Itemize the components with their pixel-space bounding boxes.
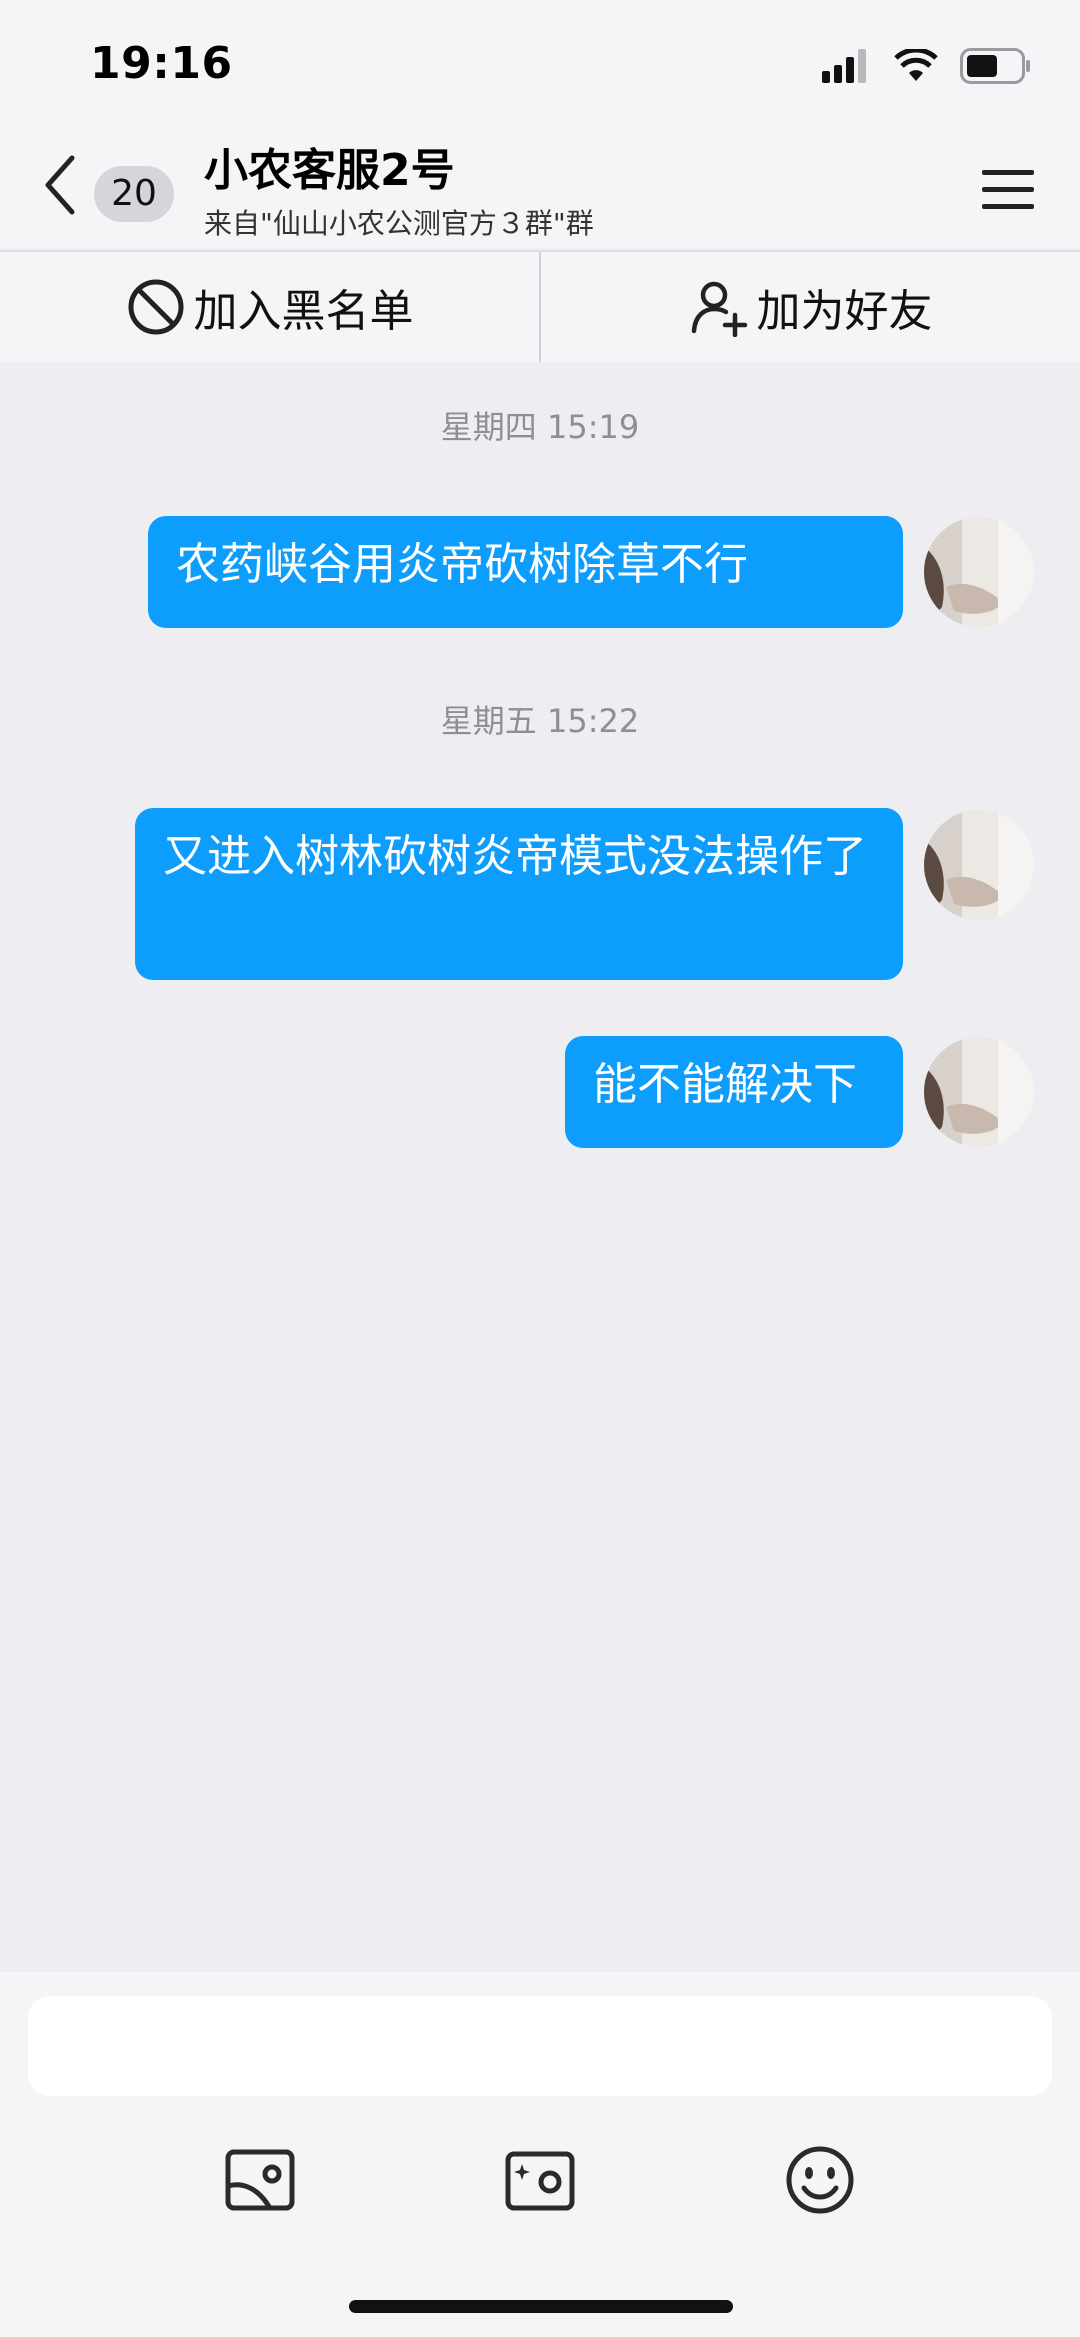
chat-subtitle: 来自"仙山小农公测官方３群"群 [204, 207, 594, 240]
avatar-image [924, 810, 1034, 920]
status-bar: 19:16 [0, 0, 1080, 130]
block-button[interactable]: 加入黑名单 [0, 252, 539, 362]
add-friend-button[interactable]: 加为好友 [539, 252, 1080, 362]
back-icon[interactable] [36, 150, 86, 220]
chat-header: 20 小农客服2号 来自"仙山小农公测官方３群"群 [0, 130, 1080, 248]
wifi-icon [894, 49, 938, 81]
signal-icon [822, 49, 866, 83]
chat-title: 小农客服2号 [204, 145, 455, 196]
block-label: 加入黑名单 [193, 286, 414, 337]
message-input[interactable] [28, 1996, 1052, 2096]
avatar[interactable] [924, 517, 1034, 627]
status-icons [822, 48, 1032, 84]
unread-badge[interactable]: 20 [94, 166, 174, 222]
message-bubble[interactable]: 又进入树林砍树炎帝模式没法操作了 [135, 808, 903, 980]
message-timestamp: 星期五 15:22 [440, 702, 640, 740]
avatar[interactable] [924, 810, 1034, 920]
image-icon[interactable] [222, 2142, 298, 2218]
avatar-image [924, 517, 1034, 627]
message-list[interactable]: 星期四 15:19 农药峡谷用炎帝砍树除草不行 星期五 15:22 又进入树林砍… [0, 362, 1080, 1972]
message-bubble[interactable]: 农药峡谷用炎帝砍树除草不行 [148, 516, 903, 628]
camera-icon[interactable] [502, 2142, 578, 2218]
add-user-icon [691, 281, 747, 337]
home-indicator[interactable] [349, 2300, 733, 2313]
menu-icon[interactable] [982, 168, 1034, 212]
action-bar: 加入黑名单 加为好友 [0, 250, 1080, 364]
add-friend-label: 加为好友 [756, 286, 933, 337]
avatar-image [924, 1037, 1034, 1147]
status-time: 19:16 [90, 38, 233, 89]
message-bubble[interactable]: 能不能解决下 [565, 1036, 903, 1148]
emoji-icon[interactable] [782, 2142, 858, 2218]
block-icon [128, 279, 183, 335]
input-area [0, 1972, 1080, 2337]
message-timestamp: 星期四 15:19 [440, 408, 640, 446]
battery-icon [960, 48, 1030, 84]
avatar[interactable] [924, 1037, 1034, 1147]
